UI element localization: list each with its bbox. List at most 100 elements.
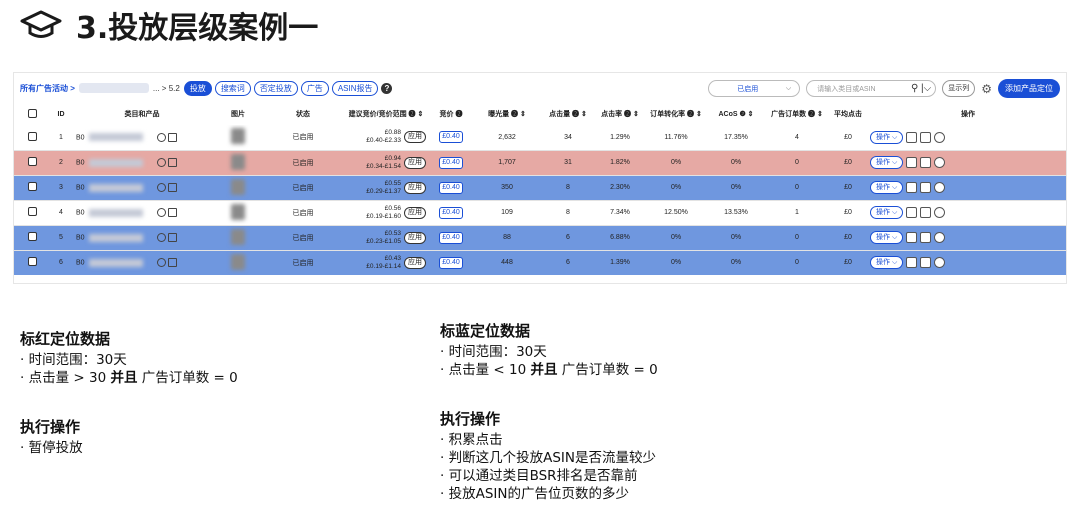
operate-dropdown[interactable]: 操作 ⌵	[870, 181, 904, 194]
operate-dropdown[interactable]: 操作 ⌵	[870, 256, 904, 270]
col-header-cvr[interactable]: 订单转化率 ❷ ⇕	[646, 103, 706, 125]
operate-dropdown[interactable]: 操作 ⌵	[870, 231, 904, 244]
gear-icon[interactable]	[934, 232, 946, 243]
row-suggested-bid: £0.53 £0.23-£1.05 应用	[342, 224, 430, 250]
col-header-suggested-bid[interactable]: 建议竞价/竞价范围 ❷ ⇕	[342, 103, 430, 125]
table-row[interactable]: 1 B0 已启用 £0.88 £0.40-£2.33 应用 £0.40 2,632 34 1.29…	[14, 125, 1066, 150]
row-asin: B0	[76, 184, 85, 192]
row-checkbox[interactable]	[14, 125, 50, 150]
row-checkbox[interactable]	[14, 199, 50, 225]
status-select[interactable]: 已启用 ⌵	[708, 80, 801, 97]
apply-bid-button[interactable]: 应用	[404, 156, 426, 169]
apply-bid-button[interactable]: 应用	[404, 256, 426, 269]
row-avg-cpc: £0	[828, 199, 868, 225]
chart-icon[interactable]	[906, 232, 918, 243]
gear-icon[interactable]	[934, 182, 946, 193]
settings-gear-icon[interactable]: ⚙	[981, 82, 992, 96]
bid-input[interactable]: £0.40	[439, 156, 463, 169]
tab-asin-report[interactable]: ASIN报告	[331, 80, 379, 96]
document-icon[interactable]	[167, 132, 177, 142]
row-checkbox[interactable]	[14, 149, 50, 175]
table-row[interactable]: 6 B0 已启用 £0.43 £0.19-£1.14 应用 £0.40 448 6 1.39% 0%…	[14, 249, 1066, 275]
bid-input[interactable]: £0.40	[439, 181, 463, 194]
chart-icon[interactable]	[906, 157, 918, 168]
col-header-orders[interactable]: 广告订单数 ❷ ⇕	[766, 103, 828, 125]
image-icon[interactable]	[920, 182, 932, 193]
document-icon[interactable]	[167, 208, 177, 217]
col-header-impressions[interactable]: 曝光量 ❷ ⇕	[472, 103, 542, 125]
amazon-icon[interactable]	[156, 183, 166, 192]
row-status: 已启用	[264, 199, 342, 225]
apply-bid-button[interactable]: 应用	[404, 206, 426, 219]
amazon-icon[interactable]	[156, 158, 166, 167]
amazon-icon[interactable]	[156, 208, 166, 217]
image-icon[interactable]	[920, 131, 932, 143]
row-suggested-bid: £0.88 £0.40-£2.33 应用	[342, 125, 430, 150]
suggested-bid-range: £0.19-£1.60	[366, 212, 401, 220]
search-input[interactable]: 请输入类目或ASIN ⚲ |⌵	[806, 80, 937, 97]
table-header-row: ID 类目和产品 图片 状态 建议竞价/竞价范围 ❷ ⇕ 竞价 ❷ 曝光量 ❷ …	[14, 103, 1066, 125]
table-row[interactable]: 3 B0 已启用 £0.55 £0.29-£1.37 应用 £0.40 350 8 2.30% 0%…	[14, 174, 1066, 200]
columns-button[interactable]: 显示列	[942, 80, 976, 97]
help-icon[interactable]: ?	[381, 82, 393, 94]
image-icon[interactable]	[920, 232, 932, 243]
col-header-clicks[interactable]: 点击量 ❷ ⇕	[542, 103, 594, 125]
breadcrumb-campaigns[interactable]: 所有广告活动 >	[20, 83, 75, 94]
table-row[interactable]: 4 B0 已启用 £0.56 £0.19-£1.60 应用 £0.40 109 8 7.34% 12…	[14, 199, 1066, 225]
amazon-icon[interactable]	[156, 258, 166, 268]
gear-icon[interactable]	[934, 257, 946, 269]
add-product-targeting-button[interactable]: 添加产品定位	[998, 79, 1060, 98]
operate-dropdown[interactable]: 操作 ⌵	[870, 156, 904, 169]
amazon-icon[interactable]	[156, 132, 166, 142]
chart-icon[interactable]	[906, 207, 918, 218]
row-checkbox[interactable]	[14, 174, 50, 200]
table-row[interactable]: 2 B0 已启用 £0.94 £0.34-£1.54 应用 £0.40 1,707 31 1.82…	[14, 149, 1066, 175]
row-cvr: 0%	[646, 224, 706, 250]
gear-icon[interactable]	[934, 207, 946, 218]
tab-ads[interactable]: 广告	[300, 80, 329, 96]
row-actions: 操作 ⌵	[868, 224, 1066, 250]
search-icon[interactable]: ⚲ |⌵	[911, 83, 931, 94]
chart-icon[interactable]	[906, 257, 918, 269]
row-id: 6	[50, 249, 72, 275]
tab-targeting[interactable]: 投放	[183, 80, 212, 96]
gear-icon[interactable]	[934, 157, 946, 168]
apply-bid-button[interactable]: 应用	[404, 181, 426, 194]
row-orders: 0	[766, 224, 828, 250]
bid-input[interactable]: £0.40	[439, 131, 463, 144]
bid-input[interactable]: £0.40	[439, 206, 463, 219]
row-avg-cpc: £0	[828, 125, 868, 150]
document-icon[interactable]	[167, 258, 177, 268]
redacted-text	[88, 258, 143, 267]
col-header-ctr[interactable]: 点击率 ❷ ⇕	[594, 103, 646, 125]
bid-input[interactable]: £0.40	[439, 256, 463, 269]
table-row[interactable]: 5 B0 已启用 £0.53 £0.23-£1.05 应用 £0.40 88 6 6.88% 0% 0…	[14, 224, 1066, 250]
apply-bid-button[interactable]: 应用	[404, 231, 426, 244]
apply-bid-button[interactable]: 应用	[404, 131, 426, 144]
chart-icon[interactable]	[906, 131, 918, 143]
image-icon[interactable]	[920, 207, 932, 218]
blue-action-note: 执行操作 · 积累点击 · 判断这几个投放ASIN是否流量较少 · 可以通过类目…	[440, 408, 860, 503]
row-checkbox[interactable]	[14, 224, 50, 250]
row-product: B0	[72, 149, 212, 175]
product-thumbnail	[231, 153, 245, 170]
operate-dropdown[interactable]: 操作 ⌵	[870, 206, 904, 219]
tab-negative-targeting[interactable]: 否定投放	[253, 80, 298, 96]
document-icon[interactable]	[167, 158, 177, 167]
tab-search-terms[interactable]: 搜索词	[214, 80, 251, 96]
bid-input[interactable]: £0.40	[439, 231, 463, 244]
row-product: B0	[72, 125, 212, 150]
image-icon[interactable]	[920, 257, 932, 269]
chart-icon[interactable]	[906, 182, 918, 193]
document-icon[interactable]	[167, 183, 177, 192]
gear-icon[interactable]	[934, 131, 946, 143]
document-icon[interactable]	[167, 233, 177, 242]
col-header-acos[interactable]: ACoS ❷ ⇕	[706, 103, 766, 125]
col-header-bid[interactable]: 竞价 ❷	[430, 103, 472, 125]
row-checkbox[interactable]	[14, 249, 50, 275]
select-all-checkbox[interactable]	[14, 103, 50, 125]
amazon-icon[interactable]	[156, 233, 166, 242]
breadcrumb-redacted	[78, 83, 149, 93]
operate-dropdown[interactable]: 操作 ⌵	[870, 130, 904, 144]
image-icon[interactable]	[920, 157, 932, 168]
